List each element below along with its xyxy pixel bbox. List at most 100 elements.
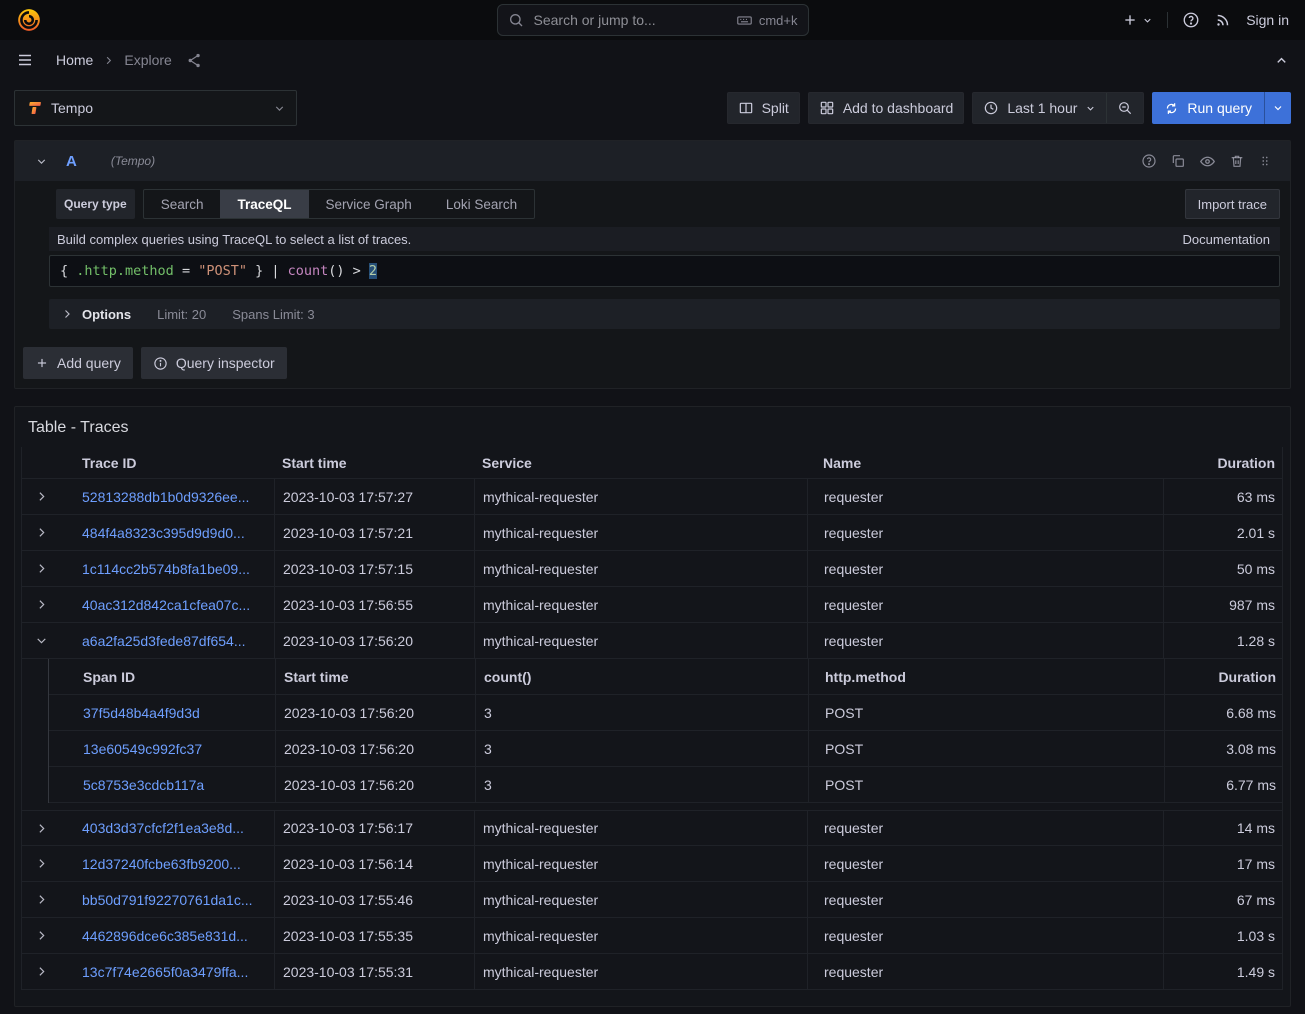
sign-in-button[interactable]: Sign in — [1246, 12, 1289, 28]
apps-grid-icon — [819, 100, 835, 116]
drag-handle-icon[interactable] — [1258, 153, 1272, 169]
expand-row-icon[interactable] — [35, 929, 48, 942]
query-token: 2 — [369, 263, 377, 279]
query-token: () > — [328, 263, 369, 279]
expand-row-icon[interactable] — [35, 965, 48, 978]
trace-id-link[interactable]: 1c114cc2b574b8fa1be09... — [82, 561, 250, 577]
news-icon[interactable] — [1214, 11, 1232, 29]
chevron-down-icon — [1085, 103, 1096, 114]
service-cell: mythical-requester — [474, 479, 807, 514]
start-time-cell: 2023-10-03 17:56:14 — [274, 846, 474, 881]
span-row: 5c8753e3cdcb117a2023-10-03 17:56:203POST… — [49, 767, 1282, 803]
collapse-header-icon[interactable] — [1274, 53, 1289, 68]
service-cell: mythical-requester — [474, 587, 807, 622]
share-icon[interactable] — [186, 52, 203, 69]
expand-row-icon[interactable] — [35, 893, 48, 906]
datasource-picker[interactable]: Tempo — [14, 90, 297, 126]
collapse-row-icon[interactable] — [35, 634, 48, 647]
keyboard-icon — [736, 12, 753, 29]
documentation-link[interactable]: Documentation — [1183, 232, 1270, 247]
trace-id-link[interactable]: 4462896dce6c385e831d... — [82, 928, 248, 944]
traceql-hint-row: Build complex queries using TraceQL to s… — [49, 227, 1280, 251]
name-cell: requester — [807, 846, 1163, 881]
collapse-query-icon[interactable] — [35, 155, 48, 168]
breadcrumb-separator-icon — [103, 55, 114, 66]
query-row-header[interactable]: A (Tempo) — [15, 141, 1290, 181]
global-search[interactable]: cmd+k — [497, 4, 809, 36]
column-header-duration: Duration — [1163, 447, 1283, 478]
name-cell: requester — [807, 515, 1163, 550]
trace-id-link[interactable]: 403d3d37cfcf2f1ea3e8d... — [82, 820, 244, 836]
query-type-tab-search[interactable]: Search — [144, 190, 221, 218]
query-type-tabs: SearchTraceQLService GraphLoki Search — [143, 189, 535, 219]
trace-id-link[interactable]: 52813288db1b0d9326ee... — [82, 489, 249, 505]
expand-row-icon[interactable] — [35, 526, 48, 539]
trace-id-cell: 40ac312d842ca1cfea07c... — [82, 587, 274, 622]
zoom-out-time-button[interactable] — [1107, 93, 1143, 123]
expand-row-icon[interactable] — [35, 822, 48, 835]
query-help-icon[interactable] — [1141, 153, 1157, 169]
query-token: .http.method — [76, 263, 174, 279]
trace-id-link[interactable]: bb50d791f92270761da1c... — [82, 892, 253, 908]
run-query-button[interactable]: Run query — [1152, 92, 1264, 124]
trace-id-link[interactable]: 40ac312d842ca1cfea07c... — [82, 597, 250, 613]
breadcrumb-home[interactable]: Home — [56, 52, 93, 68]
trace-row: 40ac312d842ca1cfea07c...2023-10-03 17:56… — [22, 587, 1282, 623]
start-time-cell: 2023-10-03 17:55:46 — [274, 882, 474, 917]
duration-cell: 1.49 s — [1163, 954, 1283, 989]
import-trace-button[interactable]: Import trace — [1185, 189, 1280, 219]
search-input[interactable] — [532, 11, 728, 29]
trace-id-link[interactable]: 13c7f74e2665f0a3479ffa... — [82, 964, 248, 980]
datasource-name: Tempo — [51, 100, 93, 116]
duration-cell: 14 ms — [1163, 811, 1283, 845]
trace-row: 1c114cc2b574b8fa1be09...2023-10-03 17:57… — [22, 551, 1282, 587]
time-picker-group: Last 1 hour — [972, 92, 1144, 124]
service-cell: mythical-requester — [474, 882, 807, 917]
add-to-dashboard-button[interactable]: Add to dashboard — [808, 92, 965, 124]
service-cell: mythical-requester — [474, 811, 807, 845]
query-type-tab-traceql[interactable]: TraceQL — [220, 190, 308, 218]
help-icon[interactable] — [1182, 11, 1200, 29]
options-collapse-row[interactable]: Options Limit: 20 Spans Limit: 3 — [49, 299, 1280, 329]
span-id-link[interactable]: 13e60549c992fc37 — [83, 741, 202, 757]
query-type-tab-service-graph[interactable]: Service Graph — [309, 190, 429, 218]
header-divider — [1167, 12, 1168, 28]
row-expander-cell — [22, 882, 82, 917]
span-id-link[interactable]: 37f5d48b4a4f9d3d — [83, 705, 200, 721]
span-id-link[interactable]: 5c8753e3cdcb117a — [83, 777, 204, 793]
trace-id-link[interactable]: a6a2fa25d3fede87df654... — [82, 633, 246, 649]
trace-id-cell: 12d37240fcbe63fb9200... — [82, 846, 274, 881]
expand-row-icon[interactable] — [35, 598, 48, 611]
info-circle-icon — [153, 356, 168, 371]
trace-id-link[interactable]: 484f4a8323c395d9d9d0... — [82, 525, 245, 541]
grafana-logo[interactable] — [16, 7, 42, 33]
toggle-visibility-icon[interactable] — [1199, 153, 1216, 170]
duplicate-query-icon[interactable] — [1170, 153, 1186, 169]
span-id-cell: 13e60549c992fc37 — [49, 731, 275, 766]
row-expander-cell — [22, 811, 82, 845]
trace-id-cell: bb50d791f92270761da1c... — [82, 882, 274, 917]
expand-row-icon[interactable] — [35, 490, 48, 503]
query-ref-id: A — [66, 153, 77, 170]
query-inspector-button[interactable]: Query inspector — [141, 347, 287, 379]
query-type-tab-loki-search[interactable]: Loki Search — [429, 190, 534, 218]
time-range-button[interactable]: Last 1 hour — [973, 93, 1106, 123]
new-menu-button[interactable] — [1122, 12, 1153, 28]
menu-toggle-icon[interactable] — [16, 51, 34, 69]
expand-row-icon[interactable] — [35, 857, 48, 870]
traceql-query-input[interactable]: { .http.method = "POST" } | count() > 2 — [49, 255, 1280, 287]
trace-id-cell: 1c114cc2b574b8fa1be09... — [82, 551, 274, 586]
add-query-button[interactable]: Add query — [23, 347, 133, 379]
name-cell: requester — [807, 954, 1163, 989]
start-time-cell: 2023-10-03 17:55:31 — [274, 954, 474, 989]
duration-cell: 987 ms — [1163, 587, 1283, 622]
expand-row-icon[interactable] — [35, 562, 48, 575]
explore-toolbar: Tempo Split Add to dashboard Last 1 hour — [14, 90, 1291, 126]
split-button[interactable]: Split — [727, 92, 800, 124]
trace-id-link[interactable]: 12d37240fcbe63fb9200... — [82, 856, 241, 872]
service-cell: mythical-requester — [474, 551, 807, 586]
run-query-options-caret[interactable] — [1265, 92, 1291, 124]
delete-query-icon[interactable] — [1229, 153, 1245, 169]
breadcrumb-current[interactable]: Explore — [124, 52, 171, 68]
span-column-header-http-method: http.method — [808, 659, 1164, 694]
